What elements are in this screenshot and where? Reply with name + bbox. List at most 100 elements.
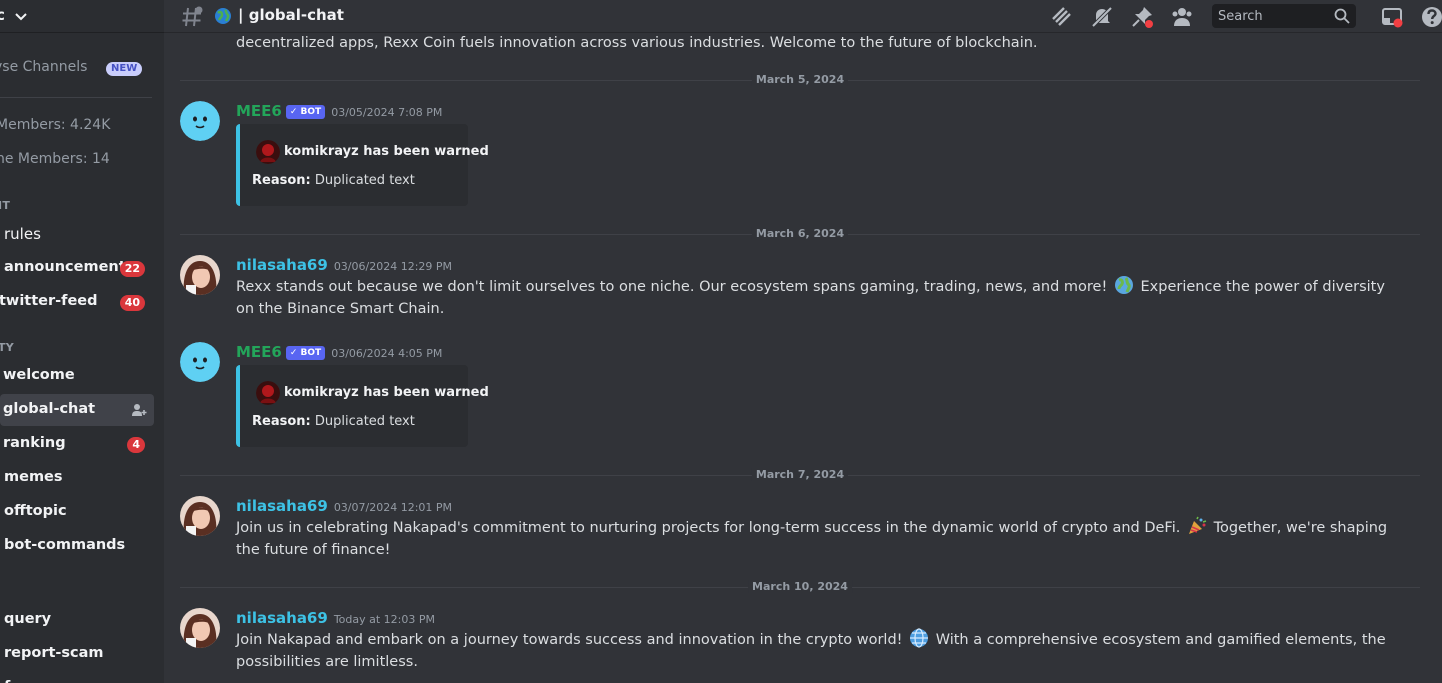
- sidebar-item-memes[interactable]: memes: [0, 462, 154, 494]
- party-popper-emoji-icon: [1188, 516, 1207, 534]
- author-name[interactable]: nilasaha69: [236, 497, 328, 515]
- sidebar-item-bot-commands[interactable]: bot-commands: [0, 530, 154, 562]
- embed-reason-label: Reason:: [252, 414, 311, 429]
- chevron-down-icon[interactable]: [14, 6, 28, 26]
- message-header: nilasaha69 03/06/2024 12:29 PM: [236, 255, 452, 275]
- mee6-avatar-icon: [180, 342, 220, 382]
- globe-emoji-icon: [215, 8, 231, 24]
- message-text: Rexx stands out because we don't limit o…: [236, 279, 1108, 295]
- timestamp[interactable]: 03/05/2024 7:08 PM: [331, 106, 442, 119]
- online-members-label: ne Members: 14: [0, 151, 110, 167]
- help-icon[interactable]: [1420, 5, 1442, 29]
- timestamp[interactable]: 03/06/2024 12:29 PM: [334, 260, 452, 273]
- timestamp[interactable]: 03/07/2024 12:01 PM: [334, 501, 452, 514]
- search-input[interactable]: [1212, 4, 1330, 28]
- avatar[interactable]: [180, 342, 220, 382]
- mention-badge: 40: [119, 295, 145, 311]
- sidebar-item-global-chat[interactable]: global-chat: [0, 394, 154, 426]
- mute-bell-icon[interactable]: [1090, 5, 1114, 29]
- embed-reason-value: Duplicated text: [314, 173, 415, 188]
- message-text: Join Nakapad and embark on a journey tow…: [236, 632, 903, 648]
- warning-embed: komikrayz has been warned Reason: Duplic…: [236, 365, 489, 447]
- message-content-partial: decentralized apps, Rexx Coin fuels inno…: [236, 35, 1038, 51]
- message-text: Join us in celebrating Nakapad's commitm…: [236, 520, 1181, 536]
- user-avatar-icon: [180, 496, 220, 536]
- sidebar-item-partial[interactable]: f: [0, 672, 154, 683]
- new-badge: NEW: [106, 62, 143, 76]
- embed-reason-value: Duplicated text: [314, 414, 415, 429]
- pin-icon[interactable]: [1130, 5, 1154, 29]
- avatar[interactable]: [180, 101, 220, 141]
- sidebar-item-announcement[interactable]: announcement 22: [0, 252, 154, 284]
- channel-label: query: [4, 611, 52, 627]
- date-label: March 5, 2024: [751, 73, 849, 86]
- author-name[interactable]: nilasaha69: [236, 256, 328, 274]
- date-divider: March 7, 2024: [180, 468, 1420, 482]
- browse-channels-label: vse Channels: [0, 59, 88, 75]
- sidebar-item-offtopic[interactable]: offtopic: [0, 496, 154, 528]
- search-bar[interactable]: [1212, 4, 1356, 28]
- avatar[interactable]: [180, 496, 220, 536]
- earth-emoji-icon: [1114, 276, 1133, 294]
- mention-badge: 22: [119, 261, 145, 277]
- embed-title: komikrayz has been warned: [284, 385, 489, 400]
- sidebar-item-query[interactable]: query: [0, 604, 154, 636]
- inbox-icon[interactable]: [1380, 5, 1404, 29]
- timestamp[interactable]: Today at 12:03 PM: [334, 613, 435, 626]
- sidebar-item-twitter-feed[interactable]: twitter-feed 40: [0, 286, 154, 318]
- members-count-item[interactable]: Members: 4.24K: [0, 112, 164, 140]
- category-community[interactable]: TY: [0, 341, 14, 354]
- date-label: March 10, 2024: [748, 580, 852, 593]
- threads-icon[interactable]: [1050, 5, 1074, 29]
- embed-title: komikrayz has been warned: [284, 144, 489, 159]
- channel-label: twitter-feed: [0, 293, 98, 309]
- message-header: nilasaha69 Today at 12:03 PM: [236, 608, 435, 628]
- channel-label: global-chat: [3, 401, 96, 417]
- avatar[interactable]: [180, 255, 220, 295]
- channel-label: bot-commands: [4, 537, 126, 553]
- channel-title: | global-chat: [238, 6, 344, 24]
- embed-reason-label: Reason:: [252, 173, 311, 188]
- online-members-item[interactable]: ne Members: 14: [0, 146, 164, 174]
- channel-label: offtopic: [4, 503, 67, 519]
- sidebar-item-welcome[interactable]: welcome: [0, 360, 154, 392]
- avatar[interactable]: [180, 608, 220, 648]
- message-content: Join Nakapad and embark on a journey tow…: [236, 628, 1396, 673]
- search-icon[interactable]: [1334, 8, 1350, 24]
- date-divider: March 10, 2024: [180, 580, 1420, 594]
- message-content: Rexx stands out because we don't limit o…: [236, 275, 1396, 320]
- date-divider: March 6, 2024: [180, 227, 1420, 241]
- channel-header: | global-chat: [164, 0, 1442, 33]
- author-name[interactable]: MEE6: [236, 343, 282, 361]
- create-invite-icon[interactable]: [131, 402, 147, 418]
- author-name[interactable]: MEE6: [236, 102, 282, 120]
- members-icon[interactable]: [1170, 5, 1194, 29]
- members-count-label: Members: 4.24K: [0, 117, 111, 133]
- sidebar-item-rules[interactable]: rules: [0, 218, 154, 250]
- channel-label: ranking: [3, 435, 66, 451]
- message-header: nilasaha69 03/07/2024 12:01 PM: [236, 496, 452, 516]
- sidebar-item-ranking[interactable]: ranking 4: [0, 428, 154, 460]
- timestamp[interactable]: 03/06/2024 4:05 PM: [331, 347, 442, 360]
- server-header[interactable]: c: [0, 0, 164, 33]
- text-channel-icon: [182, 6, 203, 27]
- mee6-avatar-icon: [180, 101, 220, 141]
- channel-label: report-scam: [4, 645, 104, 661]
- bot-tag: ✓ BOT: [285, 346, 326, 360]
- warning-embed: komikrayz has been warned Reason: Duplic…: [236, 124, 489, 206]
- user-avatar-icon: [180, 255, 220, 295]
- date-label: March 6, 2024: [751, 227, 849, 240]
- globe-meridians-emoji-icon: [910, 628, 929, 648]
- browse-channels-item[interactable]: vse Channels NEW: [0, 54, 164, 82]
- channel-label: announcement: [4, 259, 126, 275]
- message-list[interactable]: decentralized apps, Rexx Coin fuels inno…: [164, 33, 1442, 683]
- category-info[interactable]: IT: [0, 199, 10, 212]
- server-name[interactable]: c: [0, 6, 5, 24]
- channel-label: welcome: [3, 367, 75, 383]
- sidebar-item-report-scam[interactable]: report-scam: [0, 638, 154, 670]
- channel-label: memes: [4, 469, 63, 485]
- author-name[interactable]: nilasaha69: [236, 609, 328, 627]
- message-header: MEE6 ✓ BOT 03/06/2024 4:05 PM: [236, 342, 442, 362]
- bot-tag: ✓ BOT: [285, 105, 326, 119]
- embed-author-avatar: [256, 381, 280, 405]
